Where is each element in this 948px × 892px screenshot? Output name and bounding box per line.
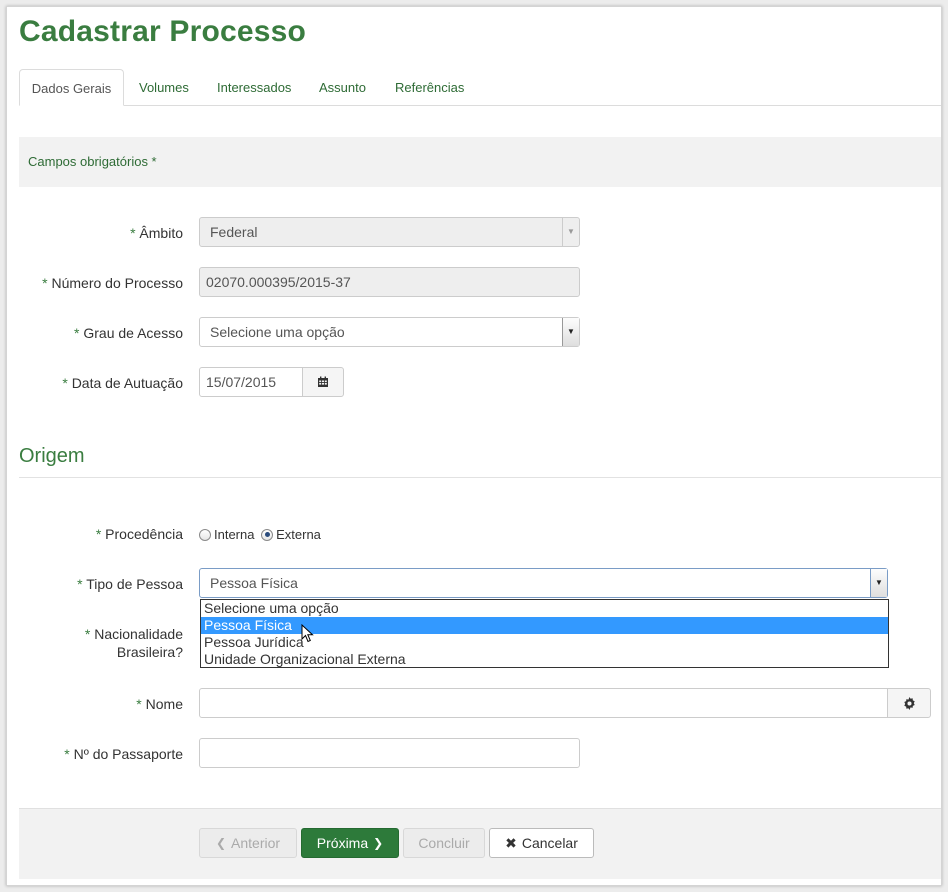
calendar-button[interactable] — [302, 367, 344, 397]
numero-processo-field[interactable]: 02070.000395/2015-37 — [199, 267, 580, 297]
tipo-pessoa-select[interactable]: Pessoa Física ▼ — [199, 568, 888, 598]
tab-volumes[interactable]: Volumes — [125, 69, 203, 106]
passaporte-label-text: Nº do Passaporte — [73, 746, 183, 762]
dropdown-option[interactable]: Selecione uma opção — [201, 600, 888, 617]
gear-icon — [903, 696, 915, 710]
page-title: Cadastrar Processo — [19, 15, 307, 48]
data-label-text: Data de Autuação — [71, 375, 183, 391]
origem-section-title: Origem — [19, 445, 85, 467]
chevron-right-icon: ❯ — [373, 836, 384, 850]
passaporte-input[interactable] — [199, 738, 580, 768]
tipo-pessoa-label: * Tipo de Pessoa — [7, 575, 183, 593]
tab-dados-gerais[interactable]: Dados Gerais — [19, 69, 124, 106]
proxima-button[interactable]: Próxima ❯ — [301, 828, 399, 858]
required-marker: * — [42, 275, 48, 291]
cancelar-label: Cancelar — [521, 835, 578, 851]
ambito-label: * Âmbito — [7, 224, 183, 242]
required-marker: * — [130, 225, 136, 241]
close-icon: ✖ — [505, 835, 517, 851]
nacionalidade-label-line1: Nacionalidade — [94, 626, 183, 642]
mouse-cursor-icon — [301, 624, 314, 643]
nome-search-button[interactable] — [887, 688, 931, 718]
chevron-down-icon: ▼ — [562, 318, 579, 346]
required-marker: * — [62, 375, 68, 391]
concluir-button[interactable]: Concluir — [403, 828, 485, 858]
section-divider — [19, 477, 941, 478]
nome-input[interactable] — [199, 688, 888, 718]
grau-value: Selecione uma opção — [210, 324, 345, 340]
tab-referencias[interactable]: Referências — [381, 69, 478, 106]
required-fields-note: Campos obrigatórios * — [19, 137, 941, 187]
nacionalidade-label: * Nacionalidade Brasileira? — [7, 625, 183, 661]
nome-label: * Nome — [7, 695, 183, 713]
anterior-button[interactable]: ❮ Anterior — [199, 828, 297, 858]
radio-interna-label: Interna — [214, 526, 255, 542]
cancelar-button[interactable]: ✖ Cancelar — [489, 828, 594, 858]
ambito-label-text: Âmbito — [139, 225, 183, 241]
required-marker: * — [136, 696, 142, 712]
procedencia-label: * Procedência — [7, 525, 183, 543]
required-marker: * — [74, 325, 80, 341]
chevron-down-icon: ▼ — [870, 569, 887, 597]
tab-interessados[interactable]: Interessados — [203, 69, 305, 106]
calendar-icon — [318, 376, 328, 387]
required-marker: * — [84, 626, 91, 642]
grau-label-text: Grau de Acesso — [83, 325, 183, 341]
numero-label-text: Número do Processo — [51, 275, 183, 291]
nome-label-text: Nome — [145, 696, 183, 712]
grau-acesso-select[interactable]: Selecione uma opção ▼ — [199, 317, 580, 347]
required-marker: * — [64, 746, 70, 762]
chevron-down-icon: ▼ — [562, 218, 579, 246]
radio-externa[interactable] — [261, 528, 274, 541]
radio-externa-label: Externa — [276, 526, 321, 542]
anterior-label: Anterior — [231, 835, 281, 851]
procedencia-label-text: Procedência — [105, 526, 183, 542]
grau-label: * Grau de Acesso — [7, 324, 183, 342]
ambito-value: Federal — [210, 224, 258, 240]
procedencia-radio-group: Interna Externa — [199, 526, 324, 543]
data-autuacao-input[interactable]: 15/07/2015 — [199, 367, 303, 397]
dropdown-option[interactable]: Unidade Organizacional Externa — [201, 651, 888, 668]
passaporte-label: * Nº do Passaporte — [7, 745, 183, 763]
page-frame: Cadastrar Processo Dados Gerais Volumes … — [6, 6, 942, 886]
chevron-left-icon: ❮ — [215, 836, 227, 850]
ambito-select[interactable]: Federal ▼ — [199, 217, 580, 247]
required-marker: * — [77, 576, 83, 592]
numero-label: * Número do Processo — [7, 274, 183, 292]
data-label: * Data de Autuação — [7, 374, 183, 392]
required-marker: * — [95, 526, 102, 542]
nacionalidade-label-line2: Brasileira? — [116, 644, 183, 660]
radio-interna[interactable] — [199, 528, 211, 541]
tipo-pessoa-value: Pessoa Física — [210, 575, 298, 591]
tab-assunto[interactable]: Assunto — [305, 69, 380, 106]
tipo-pessoa-label-text: Tipo de Pessoa — [86, 576, 183, 592]
proxima-label: Próxima — [316, 835, 369, 851]
